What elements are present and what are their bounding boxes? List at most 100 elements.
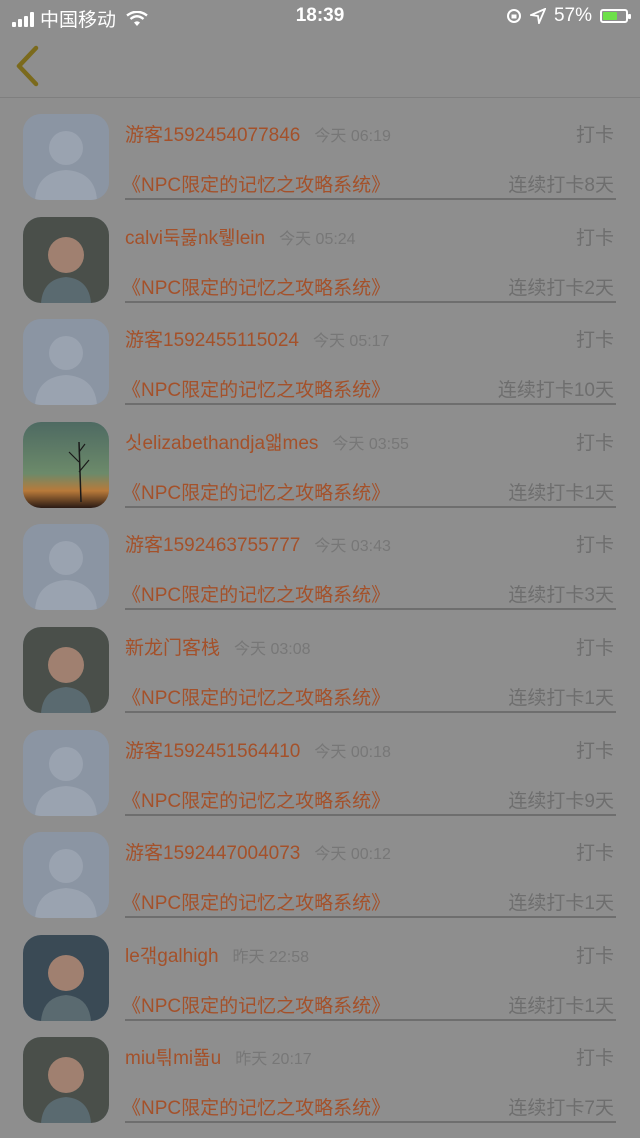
avatar[interactable]	[23, 114, 109, 200]
list-item[interactable]: 游客1592447004073 今天 00:12 打卡 《NPC限定的记忆之攻略系…	[0, 818, 640, 921]
list-item[interactable]: le갞galhigh 昨天 22:58 打卡 《NPC限定的记忆之攻略系统》 连续…	[0, 921, 640, 1024]
divider	[125, 198, 616, 200]
divider	[125, 710, 616, 713]
timestamp: 昨天 22:58	[232, 948, 310, 966]
list-item[interactable]: 游客1592451564410 今天 00:18 打卡 《NPC限定的记忆之攻略系…	[0, 716, 640, 819]
divider	[125, 300, 616, 303]
timestamp: 昨天 20:17	[235, 1051, 312, 1069]
streak-label: 连续打卡9天	[508, 790, 614, 812]
checkin-label: 打卡	[575, 432, 614, 454]
battery-percent: 57%	[553, 5, 592, 26]
battery-icon	[600, 9, 631, 23]
username[interactable]: 游客1592454077846 今天 06:19	[125, 120, 391, 147]
divider	[125, 1121, 616, 1124]
streak-label: 连续打卡1天	[508, 995, 614, 1017]
username[interactable]: 游客1592447004073 今天 00:12	[125, 838, 391, 865]
timestamp: 今天 05:17	[312, 333, 390, 351]
username-text: 游客1592447004073	[125, 843, 301, 865]
streak-label: 连续打卡1天	[508, 893, 614, 915]
username[interactable]: 游客1592455115024 今天 05:17	[125, 325, 389, 352]
checkin-label: 打卡	[575, 535, 614, 557]
timestamp: 今天 06:19	[314, 128, 391, 145]
streak-label: 连续打卡3天	[508, 585, 614, 607]
streak-label: 连续打卡8天	[508, 175, 614, 196]
location-icon	[529, 8, 546, 24]
list-item[interactable]: 新龙门客栈 今天 03:08 打卡 《NPC限定的记忆之攻略系统》 连续打卡1天	[0, 613, 640, 716]
divider	[125, 505, 616, 508]
divider	[125, 916, 616, 919]
list-item[interactable]: 游客1592455115024 今天 05:17 打卡 《NPC限定的记忆之攻略系…	[0, 305, 640, 408]
username[interactable]: le갞galhigh 昨天 22:58	[125, 941, 309, 968]
streak-label: 连续打卡1天	[508, 687, 614, 709]
avatar[interactable]	[23, 729, 109, 816]
status-right: 57%	[506, 5, 631, 27]
checkin-label: 打卡	[575, 125, 614, 146]
checkin-list: 游客1592454077846 今天 06:19 打卡 《NPC限定的记忆之攻略系…	[0, 100, 640, 1126]
username[interactable]: 游客1592451564410 今天 00:18	[125, 736, 391, 763]
streak-label: 连续打卡10天	[497, 380, 614, 402]
username[interactable]: miu틖mi뚊u 昨天 20:17	[125, 1043, 312, 1070]
username-text: 游客1592451564410	[125, 740, 301, 762]
avatar[interactable]	[23, 832, 109, 919]
rotation-lock-icon	[506, 9, 521, 23]
book-title[interactable]: 《NPC限定的记忆之攻略系统》	[122, 786, 390, 813]
book-title[interactable]: 《NPC限定的记忆之攻略系统》	[122, 170, 390, 197]
avatar[interactable]	[23, 626, 109, 713]
username[interactable]: 新龙门客栈 今天 03:08	[125, 633, 311, 660]
book-title[interactable]: 《NPC限定的记忆之攻略系统》	[122, 478, 390, 505]
username[interactable]: calvi둑몷nk뤻lein 今天 05:24	[125, 223, 356, 250]
username[interactable]: 游客1592463755777 今天 03:43	[125, 530, 391, 557]
username-text: miu틖mi뚊u	[125, 1048, 222, 1070]
list-item[interactable]: calvi둑몷nk뤻lein 今天 05:24 打卡 《NPC限定的记忆之攻略系统…	[0, 203, 640, 306]
divider	[125, 403, 616, 406]
book-title[interactable]: 《NPC限定的记忆之攻略系统》	[122, 580, 390, 607]
username-text: 游客1592455115024	[125, 330, 299, 352]
list-item[interactable]: 싯elizabethandja앫mes 今天 03:55 打卡 《NPC限定的记忆…	[0, 408, 640, 511]
username[interactable]: 싯elizabethandja앫mes 今天 03:55	[125, 428, 409, 455]
list-item[interactable]: 游客1592454077846 今天 06:19 打卡 《NPC限定的记忆之攻略系…	[0, 100, 640, 203]
divider	[125, 1018, 616, 1021]
chevron-left-icon	[16, 45, 39, 87]
username-text: 游客1592454077846	[125, 125, 301, 146]
username-text: le갞galhigh	[125, 945, 219, 967]
book-title[interactable]: 《NPC限定的记忆之攻略系统》	[122, 1093, 390, 1120]
book-title[interactable]: 《NPC限定的记忆之攻略系统》	[122, 683, 390, 710]
book-title[interactable]: 《NPC限定的记忆之攻略系统》	[122, 991, 390, 1018]
avatar[interactable]	[23, 524, 109, 611]
timestamp: 今天 05:24	[279, 230, 356, 248]
timestamp: 今天 00:18	[314, 743, 391, 761]
username-text: calvi둑몷nk뤻lein	[125, 227, 266, 249]
avatar[interactable]	[23, 421, 109, 508]
streak-label: 连续打卡1天	[508, 482, 614, 504]
book-title[interactable]: 《NPC限定的记忆之攻略系统》	[122, 888, 390, 915]
avatar[interactable]	[23, 319, 109, 406]
streak-label: 连续打卡2天	[508, 277, 614, 299]
divider	[125, 813, 616, 816]
avatar[interactable]	[23, 216, 109, 303]
timestamp: 今天 00:12	[314, 846, 391, 864]
checkin-label: 打卡	[575, 637, 614, 659]
battery-fill	[603, 12, 617, 20]
avatar[interactable]	[23, 934, 109, 1021]
back-button[interactable]	[10, 42, 50, 88]
checkin-label: 打卡	[575, 330, 614, 352]
username-text: 游客1592463755777	[125, 535, 301, 557]
list-item[interactable]: 游客1592463755777 今天 03:43 打卡 《NPC限定的记忆之攻略系…	[0, 510, 640, 613]
username-text: 新龙门客栈	[125, 637, 221, 659]
book-title[interactable]: 《NPC限定的记忆之攻略系统》	[122, 273, 390, 300]
status-bar: 中国移动 18:39 57%	[0, 0, 640, 32]
timestamp: 今天 03:08	[234, 640, 311, 658]
nav-bar	[0, 32, 640, 98]
timestamp: 今天 03:43	[314, 538, 391, 556]
streak-label: 连续打卡7天	[508, 1098, 614, 1120]
checkin-label: 打卡	[575, 227, 614, 249]
divider	[125, 608, 616, 611]
avatar[interactable]	[23, 1037, 109, 1124]
book-title[interactable]: 《NPC限定的记忆之攻略系统》	[122, 375, 390, 402]
checkin-label: 打卡	[575, 945, 614, 967]
timestamp: 今天 03:55	[332, 435, 409, 453]
username-text: 싯elizabethandja앫mes	[125, 432, 319, 454]
checkin-label: 打卡	[575, 1048, 614, 1070]
list-item[interactable]: miu틖mi뚊u 昨天 20:17 打卡 《NPC限定的记忆之攻略系统》 连续打卡…	[0, 1023, 640, 1126]
checkin-label: 打卡	[575, 843, 614, 865]
